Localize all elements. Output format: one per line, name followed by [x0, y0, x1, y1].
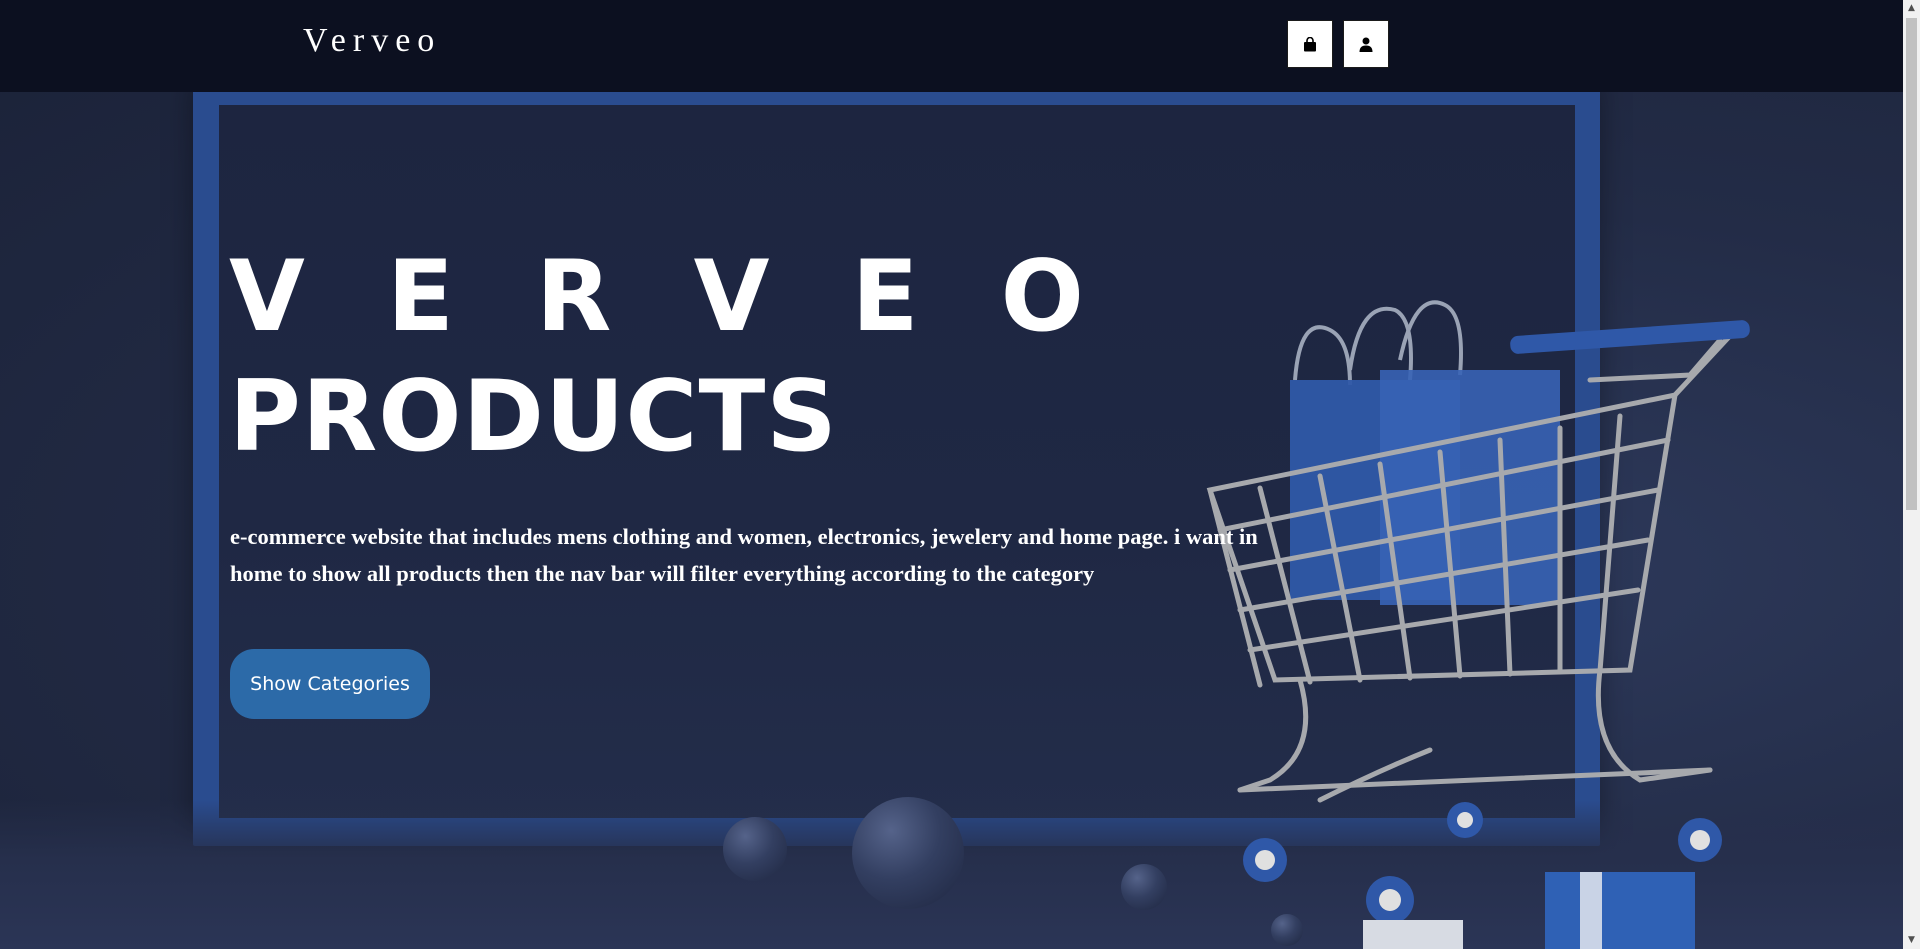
shopping-cart-illustration	[1206, 300, 1750, 949]
decorative-sphere	[852, 797, 964, 909]
account-button[interactable]	[1343, 20, 1389, 68]
hero-section: V E R V E O PRODUCTS e-commerce website …	[0, 0, 1903, 949]
scroll-down-arrow-icon[interactable]: ▼	[1903, 932, 1920, 949]
cart-button[interactable]	[1287, 20, 1333, 68]
top-navigation-bar: Verveo	[0, 0, 1903, 92]
site-logo[interactable]: Verveo	[303, 22, 441, 60]
show-categories-button[interactable]: Show Categories	[230, 649, 430, 719]
hero-title-products: PRODUCTS	[229, 360, 838, 474]
vertical-scrollbar[interactable]: ▲ ▼	[1903, 0, 1920, 949]
user-icon	[1359, 37, 1373, 52]
scroll-up-arrow-icon[interactable]: ▲	[1903, 0, 1920, 17]
decorative-sphere	[1121, 864, 1167, 910]
shopping-bag-icon	[1304, 36, 1316, 51]
decorative-sphere	[723, 817, 787, 881]
hero-description: e-commerce website that includes mens cl…	[230, 524, 1258, 586]
scrollbar-thumb[interactable]	[1906, 18, 1917, 510]
hero-title-brand: V E R V E O	[229, 240, 1108, 354]
